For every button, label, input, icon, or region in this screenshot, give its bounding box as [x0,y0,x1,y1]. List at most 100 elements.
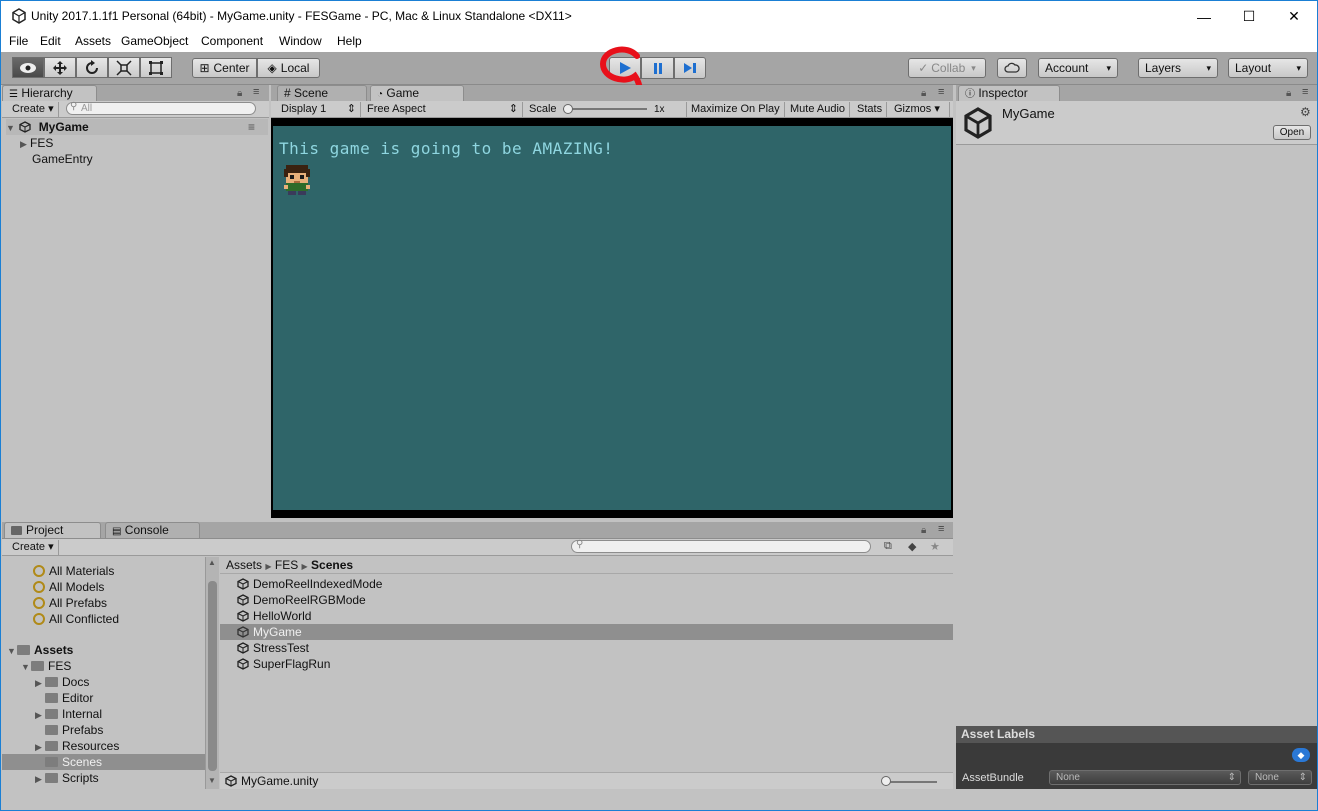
layout-dropdown[interactable]: Layout [1228,58,1308,78]
close-button[interactable]: ✕ [1271,1,1317,32]
file-row-selected[interactable]: MyGame [220,624,953,640]
file-row[interactable]: DemoReelRGBMode [237,592,366,608]
favorite-item[interactable]: All Conflicted [33,611,119,627]
tab-console[interactable]: ▤ Console [105,522,200,538]
folder-row[interactable]: Prefabs [45,722,103,738]
move-tool-button[interactable] [44,57,76,78]
scroll-down-icon[interactable]: ▼ [208,776,216,785]
favorite-star-icon[interactable]: ★ [930,540,940,553]
favorite-item[interactable]: All Materials [33,563,114,579]
icon-size-slider-thumb[interactable] [881,776,891,786]
tag-icon[interactable]: ◆ [1292,748,1310,762]
favorite-item[interactable]: All Prefabs [33,595,107,611]
file-row[interactable]: DemoReelIndexedMode [237,576,382,592]
open-button[interactable]: Open [1273,125,1311,140]
layers-dropdown[interactable]: Layers [1138,58,1218,78]
cube-icon: ◈ [267,61,277,75]
scale-slider-thumb[interactable] [563,104,573,114]
tab-inspector-label: Inspector [978,86,1028,100]
maximize-on-play-toggle[interactable]: Maximize On Play [686,102,785,117]
assets-root-row[interactable]: ▼ Assets [7,642,73,658]
folder-row[interactable]: ▶ Internal [35,706,102,722]
maximize-button[interactable]: ☐ [1226,1,1272,32]
tab-inspector[interactable]: ⓘ Inspector [958,85,1060,101]
file-row[interactable]: StressTest [237,640,309,656]
game-canvas[interactable]: This game is going to be AMAZING! [273,126,951,510]
scale-icon [116,59,132,76]
menu-gameobject[interactable]: GameObject [121,34,188,48]
breadcrumb-item[interactable]: Assets [226,558,262,572]
step-button[interactable] [674,57,706,79]
folder-row-selected[interactable]: Scenes [2,754,205,770]
breadcrumb-current[interactable]: Scenes [311,558,353,572]
filter-type-icon[interactable]: ⧉ [884,540,892,553]
lock-icon[interactable]: 🔒︎ [921,88,926,99]
collab-dropdown[interactable]: ✓ Collab [908,58,986,78]
breadcrumb-item[interactable]: FES [275,558,298,572]
aspect-dropdown[interactable]: Free Aspect ⇕ [363,102,523,117]
pacman-icon: ◔ [377,89,384,100]
menu-window[interactable]: Window [279,34,322,48]
menu-assets[interactable]: Assets [75,34,111,48]
rect-tool-button[interactable] [140,57,172,78]
menu-file[interactable]: File [9,34,28,48]
tab-game[interactable]: ◔ Game [370,85,464,101]
pivot-local-button[interactable]: ◈ Local [257,58,320,78]
menu-component[interactable]: Component [201,34,263,48]
panel-menu-icon[interactable]: ≡ [1302,86,1308,98]
account-dropdown[interactable]: Account [1038,58,1118,78]
project-create-dropdown[interactable]: Create ▾ [8,540,59,555]
menu-edit[interactable]: Edit [40,34,61,48]
folder-row[interactable]: ▶ Scripts [35,770,99,786]
tab-hierarchy[interactable]: ☰ Hierarchy [2,85,97,101]
tree-scrollbar[interactable]: ▲ ▼ [205,557,219,789]
folder-row[interactable]: ▶ Docs [35,674,89,690]
layers-label: Layers [1145,61,1182,75]
file-row[interactable]: HelloWorld [237,608,311,624]
hierarchy-search-input[interactable]: All [66,102,256,115]
checkmark-icon: ✓ [918,61,929,75]
hierarchy-scene-row[interactable]: ▼ MyGame ≡ [6,119,268,135]
project-file-list: Assets ▶ FES ▶ Scenes DemoReelIndexedMod… [220,557,953,789]
scene-menu-icon[interactable]: ≡ [248,119,255,135]
stats-label: Stats [857,103,883,115]
folder-row[interactable]: ▶ Resources [35,738,119,754]
scale-slider-track[interactable] [563,108,647,110]
lock-icon[interactable]: 🔒︎ [237,88,242,99]
rotate-tool-button[interactable] [76,57,108,78]
favorite-item[interactable]: All Models [33,579,104,595]
project-search-input[interactable] [571,540,871,553]
hierarchy-item-fes[interactable]: ▶ FES [20,135,53,151]
folder-row[interactable]: Editor [45,690,93,706]
cloud-button[interactable] [997,58,1027,78]
stats-toggle[interactable]: Stats [853,102,888,117]
mute-label: Mute Audio [790,103,846,115]
assetbundle-value: None [1056,772,1080,783]
menu-help[interactable]: Help [337,34,362,48]
variant-dropdown[interactable]: None ⇕ [1248,770,1312,785]
gear-icon[interactable]: ⚙ [1300,105,1311,119]
file-row[interactable]: SuperFlagRun [237,656,330,672]
scroll-up-icon[interactable]: ▲ [208,558,216,567]
gizmos-dropdown[interactable]: Gizmos ▾ [890,102,950,117]
scale-tool-button[interactable] [108,57,140,78]
minimize-button[interactable]: — [1181,1,1227,32]
tab-project[interactable]: Project [4,522,101,538]
hierarchy-create-dropdown[interactable]: Create ▾ [8,102,59,117]
panel-menu-icon[interactable]: ≡ [938,86,944,98]
pivot-center-button[interactable]: ⊞ Center [192,58,257,78]
tab-scene[interactable]: # Scene [277,85,367,101]
panel-menu-icon[interactable]: ≡ [938,523,944,535]
panel-menu-icon[interactable]: ≡ [253,86,259,98]
folder-label: Scripts [62,771,99,785]
view-tool-button[interactable] [12,57,44,78]
display-dropdown[interactable]: Display 1 ⇕ [277,102,361,117]
lock-icon[interactable]: 🔒︎ [921,525,926,536]
assetbundle-dropdown[interactable]: None ⇕ [1049,770,1241,785]
lock-icon[interactable]: 🔒︎ [1286,88,1291,99]
mute-audio-toggle[interactable]: Mute Audio [786,102,851,117]
tree-scrollbar-thumb[interactable] [208,581,217,771]
hierarchy-item-gameentry[interactable]: GameEntry [32,151,93,167]
filter-label-icon[interactable]: ◆ [908,540,916,553]
folder-fes-row[interactable]: ▼ FES [21,658,71,674]
